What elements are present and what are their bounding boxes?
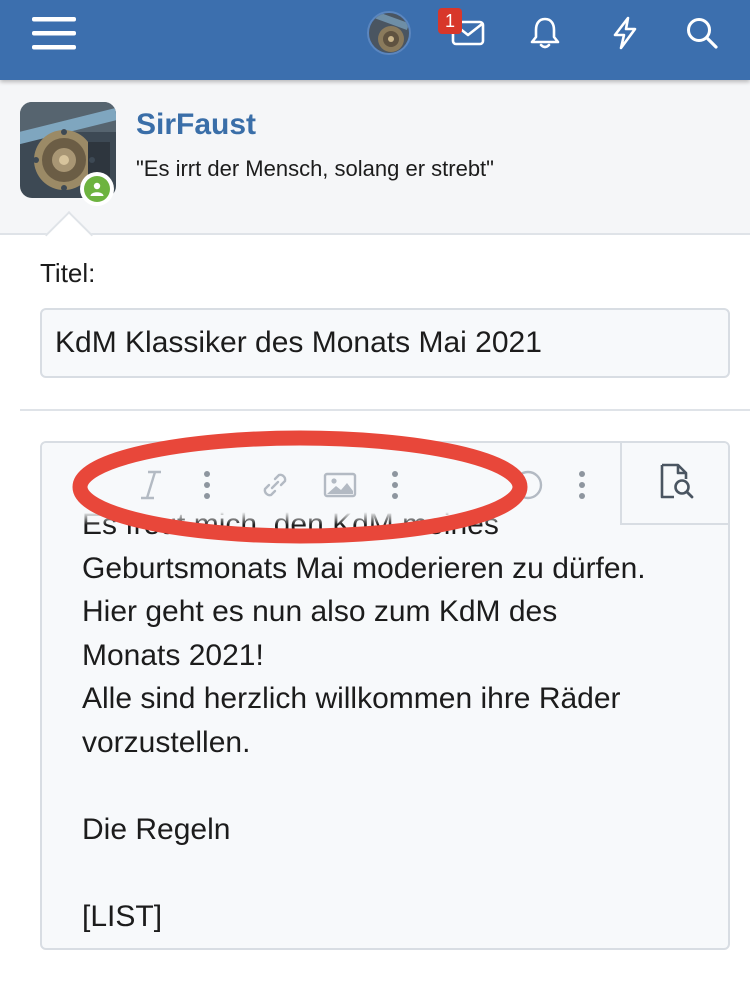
more-vertical-icon[interactable] <box>197 465 217 505</box>
image-icon[interactable] <box>320 465 360 505</box>
username[interactable]: SirFaust <box>136 108 256 142</box>
editor-toolbar <box>42 443 728 525</box>
title-input[interactable] <box>40 308 730 378</box>
title-label: Titel: <box>40 258 96 288</box>
smiley-icon[interactable] <box>508 465 548 505</box>
more-vertical-icon[interactable] <box>572 465 592 505</box>
more-vertical-icon[interactable] <box>385 465 405 505</box>
preview-icon <box>660 463 694 499</box>
editor-text[interactable]: Es freut mich, den KdM meines Geburtsmon… <box>82 503 712 939</box>
hamburger-menu-icon[interactable] <box>26 10 82 56</box>
bell-icon[interactable] <box>517 10 573 56</box>
online-user-icon <box>84 176 110 202</box>
message-editor[interactable]: Es freut mich, den KdM meines Geburtsmon… <box>40 441 730 950</box>
account-avatar[interactable] <box>367 11 411 55</box>
online-status-indicator <box>80 172 114 206</box>
top-app-bar: 1 <box>0 0 750 80</box>
search-icon[interactable] <box>674 10 730 56</box>
user-quote: "Es irrt der Mensch, solang er strebt" <box>136 156 494 181</box>
bold-icon[interactable] <box>76 465 98 505</box>
link-icon[interactable] <box>255 465 295 505</box>
preview-button[interactable] <box>620 443 728 525</box>
section-divider <box>20 409 750 411</box>
lightning-bolt-icon[interactable] <box>597 10 653 56</box>
inbox-unread-badge: 1 <box>438 8 462 34</box>
italic-icon[interactable] <box>136 465 166 505</box>
